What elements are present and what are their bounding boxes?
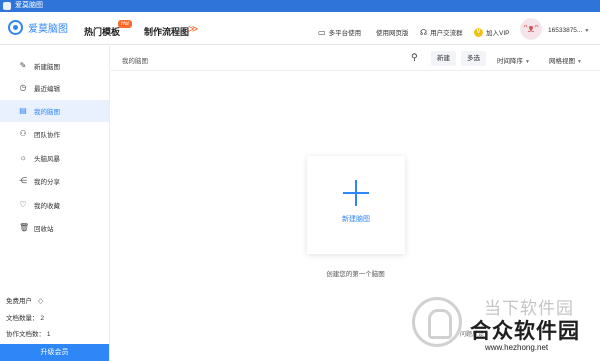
user-group-link[interactable]: ☊ 用户交流群: [420, 27, 463, 38]
double-chevron-icon[interactable]: ≫: [188, 24, 199, 35]
chevron-down-icon: ▼: [525, 59, 530, 65]
avatar[interactable]: ᵔᴥᵔ: [520, 18, 542, 40]
view-label: 网格视图: [549, 58, 575, 65]
empty-state-hint: 创建您的第一个脑图: [326, 271, 385, 278]
sidebar-item-share[interactable]: ⋲ 我的分享: [0, 170, 109, 192]
new-button[interactable]: 新建: [431, 51, 456, 66]
team-icon: ⚇: [19, 129, 27, 138]
nav-hot-templates[interactable]: 热门模板: [84, 25, 120, 38]
sidebar-item-label: 我的收藏: [34, 203, 60, 210]
share-icon: ⋲: [19, 176, 27, 185]
monitor-icon: ▭: [318, 27, 326, 37]
rabbit-avatar-icon: ᵔᴥᵔ: [523, 23, 539, 35]
web-version-link[interactable]: 使用网页版: [376, 27, 409, 37]
sidebar-item-my-mindmaps[interactable]: ▤ 我的脑图: [0, 100, 109, 122]
window-title: 爱莫脑图: [15, 2, 43, 9]
join-vip-link[interactable]: V 加入VIP: [474, 27, 509, 37]
logo-icon: [8, 20, 23, 35]
breadcrumb: 我的脑图: [122, 58, 148, 65]
chevron-down-icon: ▼: [577, 59, 582, 65]
username-dropdown[interactable]: 16533875... ▼: [548, 27, 589, 34]
file-icon: ▤: [19, 106, 27, 115]
bulb-icon: ☼: [19, 153, 27, 162]
hot-badge: Hot: [118, 20, 132, 28]
collab-count-label: 协作文档数：: [6, 331, 45, 338]
nav-make-flowchart[interactable]: 制作流程图: [144, 25, 189, 38]
plus-icon: [343, 180, 369, 206]
sidebar-item-recent[interactable]: ◷ 最近编辑: [0, 77, 109, 99]
username-text: 16533875...: [548, 27, 583, 34]
top-header: 爱莫脑图 热门模板 Hot 制作流程图 ≫ ▭ 多平台使用 使用网页版 ☊ 用户…: [0, 12, 600, 45]
edit-icon: ✎: [19, 61, 27, 70]
sidebar-item-label: 最近编辑: [34, 86, 60, 93]
sidebar-item-brainstorm[interactable]: ☼ 头脑风暴: [0, 147, 109, 169]
view-dropdown[interactable]: 网格视图 ▼: [549, 55, 582, 65]
new-mindmap-card-label: 新建脑图: [342, 216, 370, 223]
headset-icon: ☊: [420, 27, 428, 37]
sidebar-item-trash[interactable]: 🗑 回收站: [0, 217, 109, 239]
sidebar-item-label: 头脑风暴: [34, 156, 60, 163]
search-icon[interactable]: ⚲: [411, 52, 418, 63]
clock-icon: ◷: [19, 83, 27, 92]
doc-count-label: 文档数量：: [6, 315, 39, 322]
heart-icon: ♡: [19, 200, 27, 209]
chevron-down-icon: ▼: [584, 28, 590, 34]
sidebar: ✎ 新建脑图 ◷ 最近编辑 ▤ 我的脑图 ⚇ 团队协作 ☼ 头脑风暴 ⋲ 我的分…: [0, 46, 110, 361]
sort-label: 时间降序: [497, 58, 523, 65]
logo[interactable]: 爱莫脑图: [8, 20, 68, 35]
sidebar-item-label: 我的脑图: [34, 109, 60, 116]
collab-count: 协作文档数： 1: [6, 328, 50, 338]
multi-select-button[interactable]: 多选: [461, 51, 486, 66]
app-window: 爱莫脑图 爱莫脑图 热门模板 Hot 制作流程图 ≫ ▭ 多平台使用 使用网页版…: [0, 0, 600, 361]
new-mindmap-card[interactable]: 新建脑图: [307, 156, 405, 254]
sort-dropdown[interactable]: 时间降序 ▼: [497, 55, 530, 65]
doc-count-value: 2: [40, 315, 44, 322]
trash-icon: 🗑: [19, 223, 30, 232]
vip-crown-icon: V: [474, 27, 483, 37]
watermark-line2: 合众软件园: [470, 320, 580, 343]
upgrade-member-button[interactable]: 升级会员: [0, 344, 109, 361]
sidebar-item-label: 新建脑图: [34, 64, 60, 71]
title-bar: 爱莫脑图: [0, 0, 600, 12]
multi-platform-label: 多平台使用: [328, 30, 362, 37]
sidebar-item-team[interactable]: ⚇ 团队协作: [0, 123, 109, 145]
user-type-label: 免费用户: [6, 298, 32, 305]
content-toolbar: 我的脑图 ⚲ 新建 多选 时间降序 ▼ 网格视图 ▼: [111, 46, 600, 71]
web-version-label: 使用网页版: [376, 30, 409, 37]
join-vip-label: 加入VIP: [486, 30, 510, 37]
watermark-url: www.hezhong.net: [485, 343, 549, 352]
collab-count-value: 1: [46, 331, 51, 338]
sidebar-item-label: 我的分享: [34, 179, 60, 186]
user-type: 免费用户 ◇: [6, 295, 43, 305]
watermark: 当下软件园 合众软件园 www.hezhong.net: [412, 292, 600, 361]
sidebar-item-label: 回收站: [34, 226, 54, 233]
sidebar-item-label: 团队协作: [34, 132, 60, 139]
sidebar-item-new-mindmap[interactable]: ✎ 新建脑图: [0, 55, 109, 77]
app-icon: [3, 2, 11, 10]
doc-count: 文档数量： 2: [6, 312, 44, 322]
logo-text: 爱莫脑图: [28, 24, 68, 35]
sidebar-item-favorites[interactable]: ♡ 我的收藏: [0, 194, 109, 216]
watermark-logo-icon: [412, 297, 462, 347]
user-group-label: 用户交流群: [430, 30, 463, 37]
multi-platform-link[interactable]: ▭ 多平台使用: [318, 27, 362, 38]
diamond-icon: ◇: [38, 298, 44, 305]
